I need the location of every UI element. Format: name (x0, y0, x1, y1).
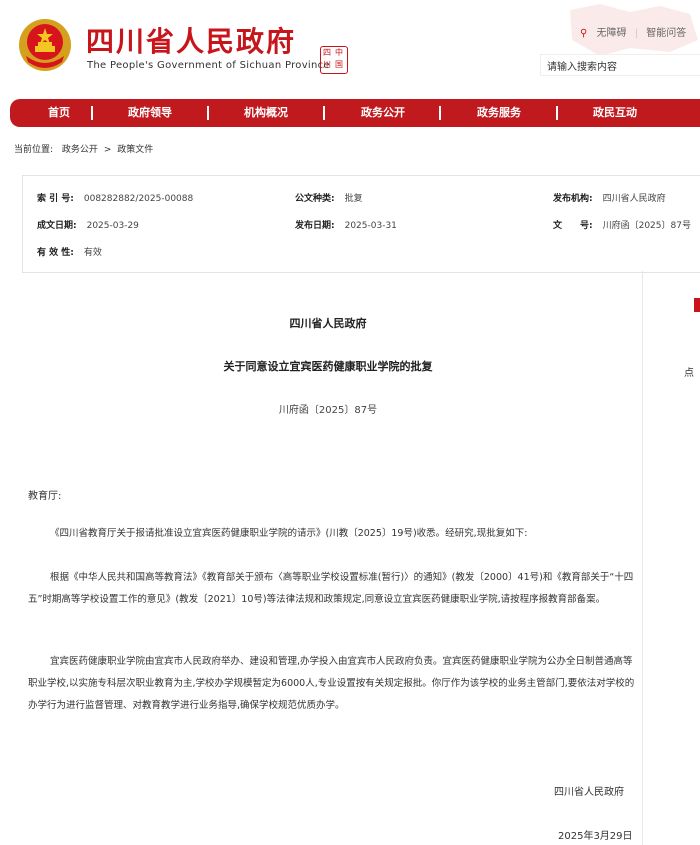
meta-created-label: 成文日期: (37, 221, 77, 231)
breadcrumb-item-policy[interactable]: 政策文件 (117, 145, 153, 155)
document-paragraph: 根据《中华人民共和国高等教育法》《教育部关于颁布〈高等职业学校设置标准(暂行)〉… (28, 572, 634, 605)
nav-separator (323, 106, 325, 120)
breadcrumb-item-gov-affairs[interactable]: 政务公开 (62, 145, 98, 155)
document-number: 川府函〔2025〕87号 (278, 405, 378, 416)
nav-item-institutions[interactable]: 机构概况 (244, 99, 288, 127)
document-issuer: 四川省人民政府 (289, 317, 367, 330)
nav-separator (556, 106, 558, 120)
meta-published-label: 发布日期: (295, 221, 335, 231)
meta-index-label: 索 引 号: (37, 194, 74, 204)
side-panel-text: 点 (684, 368, 694, 379)
location-pin-icon: ⚲ (580, 28, 588, 39)
meta-created: 成文日期: 2025-03-29 (37, 218, 139, 231)
nav-separator (207, 106, 209, 120)
signature-date: 2025年3月29日 (558, 831, 633, 842)
site-header: 四川省人民政府 The People's Government of Sichu… (0, 0, 700, 95)
nav-item-leaders[interactable]: 政府领导 (128, 99, 172, 127)
document-title: 关于同意设立宜宾医药健康职业学院的批复 (223, 360, 433, 373)
nav-separator (439, 106, 441, 120)
document-salutation: 教育厅: (28, 491, 62, 502)
nav-item-interaction[interactable]: 政民互动 (593, 99, 637, 127)
meta-publisher: 发布机构: 四川省人民政府 (553, 191, 666, 204)
smart-qa-link[interactable]: 智能问答 (646, 28, 686, 39)
meta-published-value: 2025-03-31 (344, 221, 397, 231)
meta-publisher-label: 发布机构: (553, 194, 593, 204)
document-paragraph: 《四川省教育厅关于报请批准设立宜宾医药健康职业学院的请示》(川教〔2025〕19… (50, 528, 528, 539)
document-metadata: 索 引 号: 008282882/2025-00088 公文种类: 批复 发布机构:… (22, 175, 700, 273)
breadcrumb-separator: > (103, 145, 112, 155)
meta-published: 发布日期: 2025-03-31 (295, 218, 397, 231)
side-tab-marker[interactable] (694, 298, 700, 312)
site-title-english: The People's Government of Sichuan Provi… (87, 60, 330, 71)
meta-validity-label: 有 效 性: (37, 248, 74, 258)
meta-docno-value: 川府函〔2025〕87号 (602, 221, 691, 231)
nav-separator (91, 106, 93, 120)
nav-item-gov-affairs[interactable]: 政务公开 (361, 99, 405, 127)
document-body: 四川省人民政府 关于同意设立宜宾医药健康职业学院的批复 川府函〔2025〕87号… (14, 271, 643, 845)
meta-validity: 有 效 性: 有效 (37, 245, 102, 258)
meta-validity-value: 有效 (83, 248, 102, 258)
national-emblem-icon (19, 19, 71, 71)
document-paragraph: 宜宾医药健康职业学院由宜宾市人民政府举办、建设和管理,办学投入由宜宾市人民政府负… (28, 656, 635, 711)
main-nav: 首页 政府领导 机构概况 政务公开 政务服务 政民互动 (10, 99, 700, 127)
meta-index-value: 008282882/2025-00088 (83, 194, 194, 204)
search-box (540, 54, 700, 77)
accessibility-link[interactable]: 无障碍 (597, 28, 627, 39)
meta-category-label: 公文种类: (295, 194, 335, 204)
meta-created-value: 2025-03-29 (86, 221, 139, 231)
search-input[interactable] (541, 58, 697, 77)
meta-docno-label: 文 号: (553, 221, 593, 231)
side-panel (642, 271, 700, 845)
signature-org: 四川省人民政府 (554, 787, 624, 798)
seal-logo-icon: 四中 川国 (320, 46, 348, 74)
top-links: ⚲ 无障碍 | 智能问答 (580, 24, 686, 39)
link-separator: | (634, 28, 639, 39)
nav-item-home[interactable]: 首页 (48, 99, 70, 127)
meta-category: 公文种类: 批复 (295, 191, 363, 204)
breadcrumb: 当前位置: 政务公开 > 政策文件 (14, 142, 153, 155)
meta-publisher-value: 四川省人民政府 (602, 194, 666, 204)
meta-index: 索 引 号: 008282882/2025-00088 (37, 191, 193, 204)
site-title[interactable]: 四川省人民政府 (86, 20, 296, 60)
breadcrumb-prefix: 当前位置: (14, 145, 54, 155)
meta-category-value: 批复 (344, 194, 363, 204)
meta-docno: 文 号: 川府函〔2025〕87号 (553, 218, 691, 231)
nav-item-services[interactable]: 政务服务 (477, 99, 521, 127)
